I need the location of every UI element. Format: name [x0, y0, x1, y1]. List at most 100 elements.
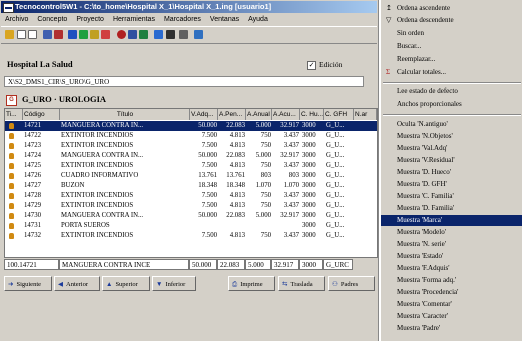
edit-title-field[interactable]: MANGUERA CONTRA INCE [59, 259, 189, 270]
col-header-titulo[interactable]: Título [60, 109, 190, 120]
menu-ayuda[interactable]: Ayuda [248, 16, 268, 23]
table-row[interactable]: 14725 EXTINTOR INCENDIOS 7.500 4.813 750 3.43… [5, 161, 377, 171]
path-field[interactable]: X\S2_DMS1_CIR\S_URO\G_URO [4, 76, 364, 87]
edit-apen-field[interactable]: 22.083 [217, 259, 245, 270]
menu-item-muestra-modelo[interactable]: Muestra 'Modelo' [381, 227, 522, 238]
arrow-left-icon: ◀ [58, 281, 63, 288]
padres-button[interactable]: ⚇ Padres [328, 276, 375, 291]
menu-item-buscar[interactable]: Buscar... [381, 41, 522, 52]
paste-icon[interactable] [43, 30, 52, 39]
col-header-aacu[interactable]: A.Acu... [272, 109, 300, 120]
menu-item-calcular-totales[interactable]: Σ Calcular totales... [381, 67, 522, 78]
menu-item-muestra-vresidual[interactable]: Muestra 'V.Residual' [381, 155, 522, 166]
menu-item-muestra-padre[interactable]: Muestra 'Padre' [381, 323, 522, 334]
col-header-aanual[interactable]: A.Anual [246, 109, 272, 120]
table-row[interactable]: 14730 MANGUERA CONTRA IN... 50.000 22.083 5.… [5, 211, 377, 221]
window-icon[interactable] [194, 30, 203, 39]
menu-item-oculta-nantiguo[interactable]: Oculta 'N.antiguo' [381, 119, 522, 130]
superior-button[interactable]: ▲ Superior [102, 276, 150, 291]
menu-item-anchos-proporcionales[interactable]: Anchos proporcionales [381, 99, 522, 110]
edit-aacu-field[interactable]: 32.917 [271, 259, 299, 270]
export-icon[interactable] [139, 30, 148, 39]
row-title: EXTINTOR INCENDIOS [61, 132, 134, 139]
chart-icon[interactable] [90, 30, 99, 39]
table-row[interactable]: 14727 BUZON 18.348 18.348 1.070 1.070 3000 G_U.… [5, 181, 377, 191]
siguiente-button[interactable]: ➜ Siguiente [4, 276, 52, 291]
edit-cgfh-field[interactable]: G_URC [323, 259, 353, 270]
title-bar[interactable]: Tecnocontrol5W1 - C:\to_home\Hospital X_… [1, 1, 377, 13]
menu-item-muestra-valadq[interactable]: Muestra 'Val.Adq' [381, 143, 522, 154]
menu-item-muestra-marca[interactable]: Muestra 'Marca' [381, 215, 522, 226]
menu-item-sin-orden[interactable]: Sin orden [381, 28, 522, 39]
menu-item-muestra-fadquis[interactable]: Muestra 'F.Adquis' [381, 263, 522, 274]
menu-item-muestra-estado[interactable]: Muestra 'Estado' [381, 251, 522, 262]
table-row[interactable]: 14732 EXTINTOR INCENDIOS 7.500 4.813 750 3.43… [5, 231, 377, 241]
row-vadq: 7.500 [201, 132, 217, 139]
col-header-chu[interactable]: C. Hu... [300, 109, 324, 120]
row-chu: 3000 [302, 162, 316, 169]
spell-icon[interactable] [54, 30, 63, 39]
col-header-apen[interactable]: A.Pen... [218, 109, 246, 120]
row-aacu: 32.917 [280, 152, 299, 159]
menu-item-muestra-dfamilia[interactable]: Muestra 'D. Familia' [381, 203, 522, 214]
col-header-cgfh[interactable]: C. GFH [324, 109, 354, 120]
menu-item-lee-estado[interactable]: Lee estado de defecto [381, 86, 522, 97]
menu-item-label: Muestra 'Modelo' [397, 228, 446, 236]
menu-item-reemplazar[interactable]: Reemplazar... [381, 54, 522, 65]
imprime-button[interactable]: ⎙ Imprime [228, 276, 275, 291]
menu-item-ordena-ascendente[interactable]: ↥ Ordena ascendente [381, 3, 522, 14]
database-icon[interactable] [117, 30, 126, 39]
tree-icon[interactable] [79, 30, 88, 39]
print-icon[interactable] [128, 30, 137, 39]
table-row[interactable]: 14721 MANGUERA CONTRA IN... 50.000 22.083 5.… [5, 121, 377, 131]
row-apen: 22.083 [226, 152, 245, 159]
edit-chu-field[interactable]: 3000 [299, 259, 323, 270]
col-header-vadq[interactable]: V.Adq... [190, 109, 218, 120]
menu-item-muestra-cfamilia[interactable]: Muestra 'C. Familia' [381, 191, 522, 202]
open-icon[interactable] [5, 30, 14, 39]
table-row[interactable]: 14723 EXTINTOR INCENDIOS 7.500 4.813 750 3.43… [5, 141, 377, 151]
edicion-checkbox[interactable]: ✓ [307, 61, 316, 70]
edit-vadq-field[interactable]: 50.000 [189, 259, 217, 270]
copy-icon[interactable] [28, 30, 37, 39]
table-row[interactable]: 14726 CUADRO INFORMATIVO 13.761 13.761 803 80… [5, 171, 377, 181]
menu-item-muestra-procedencia[interactable]: Muestra 'Procedencia' [381, 287, 522, 298]
menu-item-label: Anchos proporcionales [397, 100, 462, 108]
edit-aanual-field[interactable]: 5.000 [245, 259, 271, 270]
save-icon[interactable] [17, 30, 26, 39]
menu-concepto[interactable]: Concepto [37, 16, 67, 23]
binoculars-icon[interactable] [154, 30, 163, 39]
table-row[interactable]: 14722 EXTINTOR INCENDIOS 7.500 4.813 750 3.43… [5, 131, 377, 141]
anterior-button[interactable]: ◀ Anterior [54, 276, 100, 291]
col-header-nant[interactable]: N.ar [354, 109, 377, 120]
calc-icon[interactable] [166, 30, 175, 39]
image-icon[interactable] [179, 30, 188, 39]
menu-item-muestra-nserie[interactable]: Muestra 'N. serie' [381, 239, 522, 250]
col-header-codigo[interactable]: Código [23, 109, 60, 120]
settings-icon[interactable] [101, 30, 110, 39]
table-row[interactable]: 14731 PORTA SUEROS 3000 G_U... [5, 221, 377, 231]
menu-herramientas[interactable]: Herramientas [113, 16, 155, 23]
table-row[interactable]: 14729 EXTINTOR INCENDIOS 7.500 4.813 750 3.43… [5, 201, 377, 211]
menu-item-muestra-formaadq[interactable]: Muestra 'Forma adq.' [381, 275, 522, 286]
menu-archivo[interactable]: Archivo [5, 16, 28, 23]
menu-ventanas[interactable]: Ventanas [210, 16, 239, 23]
menu-proyecto[interactable]: Proyecto [76, 16, 104, 23]
inferior-button[interactable]: ▼ Inferior [152, 276, 196, 291]
edit-code-field[interactable]: 100.14721 [4, 259, 59, 270]
menu-item-muestra-caracter[interactable]: Muestra 'Caracter' [381, 311, 522, 322]
table-row[interactable]: 14728 EXTINTOR INCENDIOS 7.500 4.813 750 3.43… [5, 191, 377, 201]
table-row[interactable]: 14724 MANGUERA CONTRA IN... 50.000 22.083 5.… [5, 151, 377, 161]
traslada-button[interactable]: ⇆ Traslada [278, 276, 325, 291]
menu-item-muestra-dhueco[interactable]: Muestra 'D. Hueco' [381, 167, 522, 178]
menu-item-ordena-descendente[interactable]: ▽ Ordena descendente [381, 15, 522, 26]
status-flag-icon [9, 193, 14, 199]
filter-icon[interactable] [68, 30, 77, 39]
menu-marcadores[interactable]: Marcadores [164, 16, 201, 23]
menu-item-muestra-dgfh[interactable]: Muestra 'D. GFH' [381, 179, 522, 190]
row-vadq: 13.761 [198, 172, 217, 179]
edit-row: 100.14721 MANGUERA CONTRA INCE 50.000 22… [4, 259, 376, 271]
menu-item-muestra-nobjetos[interactable]: Muestra 'N.Objetos' [381, 131, 522, 142]
col-header-ti[interactable]: Ti... [5, 109, 23, 120]
menu-item-muestra-comentar[interactable]: Muestra 'Comentar' [381, 299, 522, 310]
